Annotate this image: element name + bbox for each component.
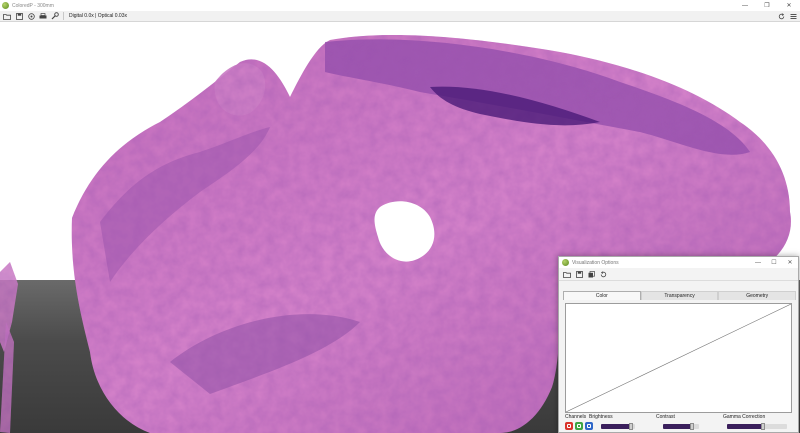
brightness-label: Brightness <box>589 414 613 420</box>
visualization-options-dialog: Visualization Options — ☐ ✕ Color Transp… <box>558 256 799 433</box>
contrast-slider-handle[interactable] <box>689 423 694 430</box>
copy-icon[interactable] <box>586 269 596 279</box>
folder-open-icon[interactable] <box>562 269 572 279</box>
contrast-slider[interactable] <box>663 423 699 430</box>
gamma-slider-handle[interactable] <box>761 423 765 430</box>
transfer-curve-line[interactable] <box>565 303 792 413</box>
tab-geometry[interactable]: Geometry <box>718 291 797 300</box>
close-button[interactable]: ✕ <box>778 0 800 11</box>
app-logo-icon <box>2 2 9 9</box>
dialog-toolbar <box>559 268 798 281</box>
contrast-label: Contrast <box>656 414 675 420</box>
dialog-maximize-button[interactable]: ☐ <box>766 257 782 268</box>
dialog-tabs: Color Transparency Geometry <box>563 291 797 300</box>
dialog-title-bar: Visualization Options — ☐ ✕ <box>559 257 798 268</box>
controls-labels: Channels Brightness Contrast Gamma Corre… <box>565 414 795 422</box>
channels-label: Channels <box>565 414 587 420</box>
contrast-slider-fill <box>663 424 692 429</box>
green-channel-icon <box>577 424 581 428</box>
save-icon[interactable] <box>574 269 584 279</box>
blue-channel-toggle[interactable] <box>585 422 593 430</box>
gamma-slider-fill <box>727 424 763 429</box>
dialog-title: Visualization Options <box>572 259 619 266</box>
main-toolbar: Digital 0.0x | Optical 0.03x <box>0 11 800 22</box>
toolbar-right <box>774 12 798 21</box>
blue-channel-icon <box>587 424 591 428</box>
dialog-minimize-button[interactable]: — <box>750 257 766 268</box>
brightness-slider[interactable] <box>601 423 635 430</box>
refresh-icon[interactable] <box>776 12 786 21</box>
dialog-window-controls: — ☐ ✕ <box>750 257 798 268</box>
window-title: ColoredP - 300mm <box>12 2 54 9</box>
tab-color[interactable]: Color <box>563 291 641 300</box>
brightness-slider-handle[interactable] <box>628 423 633 430</box>
channel-buttons <box>565 422 595 430</box>
minimize-button[interactable]: — <box>734 0 756 11</box>
red-channel-toggle[interactable] <box>565 422 573 430</box>
gamma-correction-label: Gamma Correction <box>723 414 766 420</box>
print-icon[interactable] <box>38 12 48 21</box>
maximize-button[interactable]: ❐ <box>756 0 778 11</box>
title-bar: ColoredP - 300mm — ❐ ✕ <box>0 0 800 11</box>
save-icon[interactable] <box>14 12 24 21</box>
green-channel-toggle[interactable] <box>575 422 583 430</box>
color-transfer-plot[interactable] <box>565 303 792 413</box>
wrench-icon[interactable] <box>50 12 60 21</box>
brightness-slider-fill <box>601 424 631 429</box>
folder-open-icon[interactable] <box>2 12 12 21</box>
dialog-close-button[interactable]: ✕ <box>782 257 798 268</box>
dialog-logo-icon <box>562 259 569 266</box>
red-channel-icon <box>567 424 571 428</box>
toolbar-separator <box>63 12 64 20</box>
window-controls: — ❐ ✕ <box>734 0 800 11</box>
gamma-correction-slider[interactable] <box>727 423 787 430</box>
tab-transparency[interactable]: Transparency <box>640 291 719 300</box>
reset-icon[interactable] <box>598 269 608 279</box>
zoom-readout: Digital 0.0x | Optical 0.03x <box>69 13 127 19</box>
settings-icon[interactable] <box>26 12 36 21</box>
menu-icon[interactable] <box>788 12 798 21</box>
